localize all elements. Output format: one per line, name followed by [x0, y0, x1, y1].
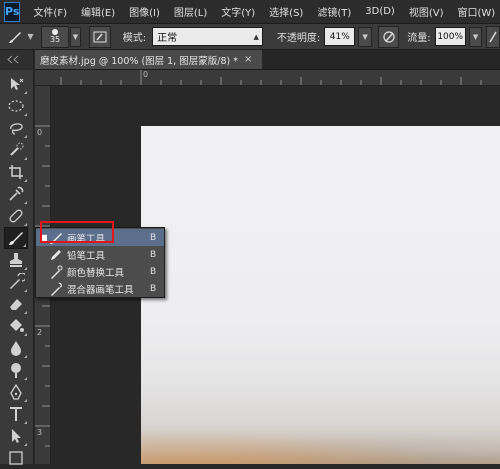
quick-select-tool[interactable]	[4, 139, 28, 161]
flyout-item-shortcut: B	[150, 266, 157, 277]
clone-stamp-tool[interactable]	[4, 249, 28, 271]
options-bar: ▼ 35 ▼ 模式: 正常 ▲ 不透明度: 41% ▼ 流量: 100% ▼	[0, 24, 500, 50]
flyout-item-label: 混合器画笔工具	[67, 284, 134, 296]
rectangle-icon	[9, 451, 23, 465]
shape-tool[interactable]	[4, 447, 28, 469]
menu-filter[interactable]: 滤镜(T)	[310, 4, 358, 19]
dodge-icon	[11, 363, 21, 378]
flyout-item-label: 颜色替换工具	[67, 267, 125, 279]
flyout-item-label: 铅笔工具	[67, 250, 106, 262]
menu-select[interactable]: 选择(S)	[262, 4, 310, 19]
mixer-brush-icon	[48, 281, 64, 296]
ruler-label: 0	[143, 70, 149, 79]
mode-select-value: 正常	[157, 33, 178, 44]
type-icon	[10, 407, 22, 421]
menu-image[interactable]: 图像(I)	[122, 4, 167, 19]
pen-tool[interactable]	[4, 381, 28, 403]
menu-3d[interactable]: 3D(D)	[358, 6, 402, 17]
pen-icon	[10, 383, 22, 400]
menu-view[interactable]: 视图(V)	[402, 4, 451, 19]
pencil-icon	[48, 248, 64, 262]
flow-input[interactable]: 100%	[434, 27, 466, 46]
mode-select[interactable]: 正常 ▲	[152, 27, 263, 46]
eyedropper-icon	[9, 186, 24, 201]
horizontal-ruler: 0	[35, 70, 500, 86]
ruler-label: 2	[37, 328, 43, 337]
menu-layer[interactable]: 图层(L)	[167, 4, 214, 19]
blur-icon	[11, 341, 21, 356]
eyedropper-tool[interactable]	[4, 183, 28, 205]
opacity-input[interactable]: 41%	[324, 27, 356, 46]
opacity-slider-chevron-icon[interactable]: ▼	[358, 26, 372, 47]
quick-select-icon	[10, 142, 24, 156]
path-select-tool[interactable]	[4, 425, 28, 447]
history-brush-icon	[10, 273, 25, 289]
document-canvas[interactable]	[141, 126, 500, 464]
history-brush-tool[interactable]	[4, 271, 28, 293]
flyout-item-pencil-tool[interactable]: 铅笔工具 B	[36, 246, 164, 263]
menu-file[interactable]: 文件(F)	[26, 4, 74, 19]
crop-icon	[9, 165, 23, 179]
menu-edit[interactable]: 编辑(E)	[74, 4, 122, 19]
lasso-tool[interactable]	[4, 117, 28, 139]
document-tab[interactable]: 磨皮素材.jpg @ 100% (图层 1, 图层蒙版/8) * ×	[35, 50, 262, 69]
menu-bar: Ps 文件(F) 编辑(E) 图像(I) 图层(L) 文字(Y) 选择(S) 滤…	[0, 0, 500, 24]
clone-stamp-icon	[10, 253, 22, 267]
crop-tool[interactable]	[4, 161, 28, 183]
brush-preset-picker[interactable]: 35	[41, 25, 69, 48]
marquee-icon	[8, 100, 24, 112]
photoshop-logo: Ps	[4, 1, 21, 22]
menu-type[interactable]: 文字(Y)	[214, 4, 262, 19]
brush-size-value: 35	[49, 35, 61, 44]
brush-tool[interactable]	[4, 227, 28, 249]
move-tool[interactable]	[4, 73, 28, 95]
path-select-icon	[12, 429, 21, 443]
opacity-label: 不透明度:	[276, 33, 321, 44]
brush-panel-toggle-icon[interactable]	[89, 25, 111, 48]
tool-preset-chevron-down-icon[interactable]: ▼	[27, 32, 33, 41]
menu-window[interactable]: 窗口(W)	[450, 4, 500, 19]
spot-healing-icon	[9, 209, 23, 223]
airbrush-icon[interactable]	[486, 25, 500, 48]
color-replacement-icon	[48, 265, 64, 279]
flow-label: 流量:	[407, 33, 431, 44]
brush-preset-chevron-down-icon[interactable]: ▼	[69, 26, 82, 47]
marquee-tool[interactable]	[4, 95, 28, 117]
mode-select-chevron-icon: ▲	[253, 32, 259, 41]
mode-label: 模式:	[122, 33, 147, 44]
paint-bucket-tool[interactable]	[4, 315, 28, 337]
close-icon[interactable]: ×	[244, 54, 252, 65]
flyout-item-mixer-brush-tool[interactable]: 混合器画笔工具 B	[36, 280, 164, 297]
blur-tool[interactable]	[4, 337, 28, 359]
document-tab-bar: 磨皮素材.jpg @ 100% (图层 1, 图层蒙版/8) * ×	[35, 50, 500, 70]
tool-preset-brush-icon[interactable]	[4, 28, 25, 46]
lasso-icon	[10, 123, 23, 135]
flow-slider-chevron-icon[interactable]: ▼	[468, 26, 483, 47]
ruler-label: 0	[37, 128, 43, 137]
type-tool[interactable]	[4, 403, 28, 425]
canvas-image-blur	[141, 424, 500, 464]
document-tab-title: 磨皮素材.jpg @ 100% (图层 1, 图层蒙版/8) *	[40, 55, 238, 67]
dodge-tool[interactable]	[4, 359, 28, 381]
paint-bucket-icon	[10, 319, 24, 332]
eraser-icon	[10, 299, 22, 310]
highlight-annotation-box	[40, 221, 114, 243]
tools-panel-header[interactable]	[0, 50, 34, 69]
flyout-item-shortcut: B	[150, 232, 157, 243]
pressure-opacity-icon[interactable]	[377, 25, 400, 48]
ruler-label: 3	[37, 428, 43, 437]
spot-healing-tool[interactable]	[4, 205, 28, 227]
eraser-tool[interactable]	[4, 293, 28, 315]
move-icon	[11, 78, 24, 90]
flyout-item-shortcut: B	[150, 249, 157, 260]
flyout-item-color-replacement-tool[interactable]: 颜色替换工具 B	[36, 263, 164, 280]
flyout-item-shortcut: B	[150, 283, 157, 294]
